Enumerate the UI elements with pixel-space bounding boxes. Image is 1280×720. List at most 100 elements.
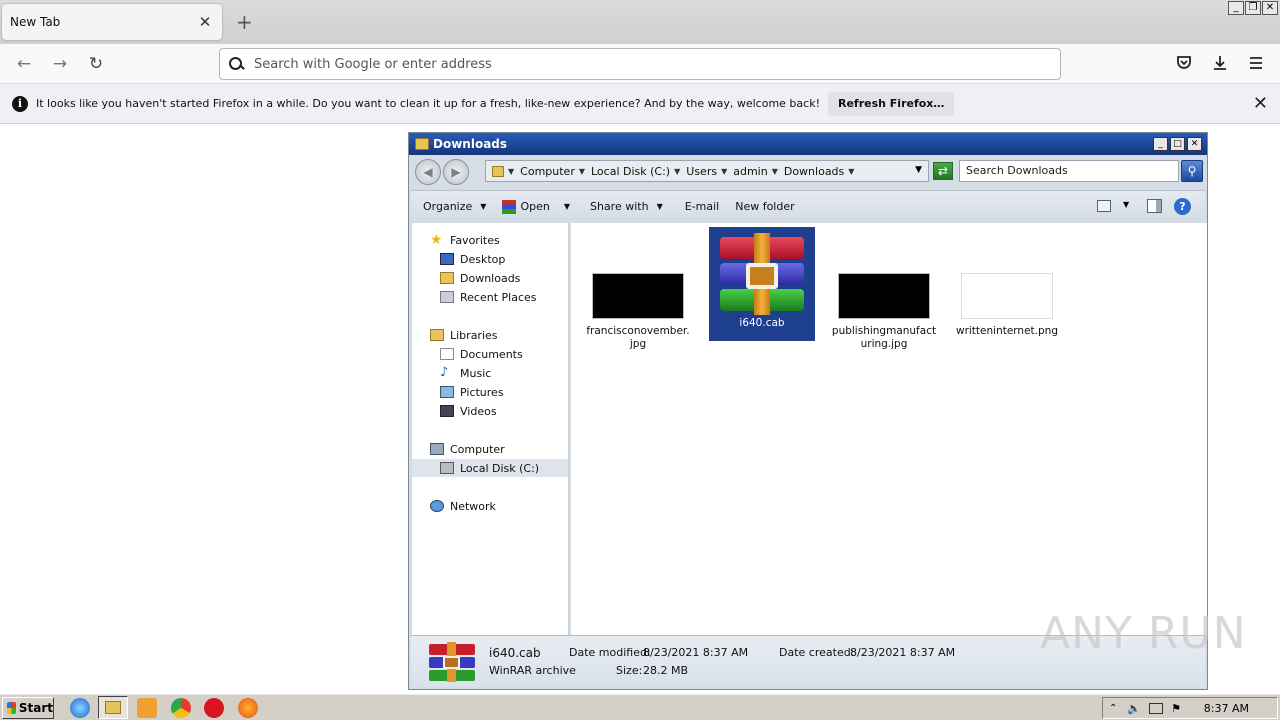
tab-close-icon[interactable]: ✕ — [198, 13, 212, 31]
browser-nav-bar: ← → ↻ Search with Google or enter addres… — [0, 44, 1280, 84]
date-modified-value: 8/23/2021 8:37 AM — [643, 646, 749, 659]
action-center-flag-icon[interactable]: ⚑ — [1171, 702, 1181, 715]
folder-icon — [105, 701, 121, 714]
open-button[interactable]: Open ▼ — [494, 199, 578, 214]
explorer-taskbar-button[interactable] — [98, 696, 128, 719]
explorer-back-button[interactable]: ◀ — [415, 159, 441, 185]
url-bar[interactable]: Search with Google or enter address — [219, 48, 1061, 80]
watermark: ANY RUN — [1040, 608, 1247, 659]
breadcrumb-computer[interactable]: Computer — [520, 165, 575, 178]
star-icon: ★ — [430, 232, 443, 248]
file-item[interactable]: francisconovember.jpg — [585, 273, 691, 351]
search-icon[interactable]: ⚲ — [1181, 160, 1203, 182]
opera-icon[interactable] — [204, 698, 224, 718]
breadcrumb-local-disk[interactable]: Local Disk (C:) — [591, 165, 670, 178]
image-thumbnail — [592, 273, 684, 319]
help-icon[interactable]: ? — [1174, 198, 1191, 215]
clock: 8:37 AM — [1203, 702, 1249, 715]
restore-button[interactable]: ❐ — [1245, 1, 1261, 15]
nav-computer[interactable]: Computer — [430, 440, 505, 458]
libraries-icon — [430, 329, 444, 341]
reload-button[interactable]: ↻ — [84, 52, 108, 76]
tab-title: New Tab — [10, 15, 61, 29]
tab-new-tab[interactable]: New Tab ✕ — [2, 4, 222, 40]
explorer-title: Downloads — [433, 137, 508, 151]
start-button[interactable]: Start — [2, 697, 54, 719]
pictures-icon — [440, 386, 454, 398]
network-icon — [430, 500, 444, 512]
nav-favorites[interactable]: ★ Favorites — [430, 231, 500, 249]
command-bar: Organize ▼ Open ▼ Share with ▼ E-mail New f… — [411, 190, 1205, 222]
preview-pane-icon[interactable] — [1147, 199, 1162, 213]
nav-documents[interactable]: Documents — [440, 345, 523, 363]
back-button[interactable]: ← — [12, 52, 36, 76]
nav-local-disk[interactable]: Local Disk (C:) — [412, 459, 568, 477]
recent-places-icon — [440, 291, 454, 303]
explorer-maximize-button[interactable]: □ — [1170, 137, 1185, 151]
music-icon: ♪ — [440, 365, 449, 380]
computer-icon — [430, 443, 444, 455]
media-player-icon[interactable] — [137, 698, 157, 718]
address-bar[interactable]: ▼ Computer ▼ Local Disk (C:) ▼ Users ▼ admi… — [485, 160, 929, 182]
date-created-value: 8/23/2021 8:37 AM — [850, 646, 956, 659]
address-row: ◀ ▶ ▼ Computer ▼ Local Disk (C:) ▼ Users ▼ … — [411, 156, 1205, 188]
menu-icon[interactable] — [1246, 54, 1266, 74]
file-name: publishingmanufacturing.jpg — [831, 325, 937, 350]
downloads-folder-icon — [440, 272, 454, 284]
new-tab-button[interactable]: + — [236, 10, 253, 34]
documents-icon — [440, 348, 454, 360]
nav-pictures[interactable]: Pictures — [440, 383, 504, 401]
chrome-icon[interactable] — [171, 698, 191, 718]
breadcrumb-downloads[interactable]: Downloads — [784, 165, 844, 178]
downloads-icon[interactable] — [1210, 54, 1230, 74]
close-window-button[interactable]: ✕ — [1262, 1, 1278, 15]
network-tray-icon[interactable] — [1149, 702, 1164, 714]
url-placeholder: Search with Google or enter address — [254, 56, 492, 72]
nav-libraries[interactable]: Libraries — [430, 326, 498, 344]
views-dropdown-icon[interactable]: ▼ — [1123, 200, 1129, 209]
refresh-firefox-button[interactable]: Refresh Firefox… — [827, 91, 955, 116]
address-dropdown-icon[interactable]: ▼ — [915, 165, 922, 175]
disk-icon — [440, 462, 454, 474]
file-item[interactable]: publishingmanufacturing.jpg — [831, 273, 937, 351]
search-downloads-input[interactable]: Search Downloads — [959, 160, 1179, 182]
notification-close-icon[interactable]: ✕ — [1253, 94, 1268, 114]
nav-downloads[interactable]: Downloads — [440, 269, 520, 287]
email-button[interactable]: E-mail — [677, 200, 728, 213]
file-item-selected[interactable]: i640.cab — [709, 227, 815, 341]
nav-desktop[interactable]: Desktop — [440, 250, 505, 268]
notification-bar: i It looks like you haven't started Fire… — [0, 84, 1280, 124]
nav-network[interactable]: Network — [430, 497, 496, 515]
breadcrumb-users[interactable]: Users — [686, 165, 717, 178]
explorer-title-bar[interactable]: Downloads _ □ ✕ — [409, 133, 1207, 155]
windows-logo-icon — [7, 702, 16, 714]
date-modified-label: Date modified: — [569, 646, 651, 659]
nav-music[interactable]: ♪ Music — [440, 364, 491, 382]
winrar-archive-icon — [716, 233, 808, 315]
notification-text: It looks like you haven't started Firefo… — [36, 97, 820, 110]
explorer-minimize-button[interactable]: _ — [1153, 137, 1168, 151]
file-item[interactable]: writteninternet.png — [954, 273, 1060, 338]
share-with-button[interactable]: Share with ▼ — [582, 200, 671, 213]
pocket-icon[interactable] — [1174, 54, 1194, 74]
videos-icon — [440, 405, 454, 417]
explorer-forward-button[interactable]: ▶ — [443, 159, 469, 185]
size-label: Size: — [616, 664, 643, 677]
volume-icon[interactable]: 🔈 — [1127, 702, 1141, 715]
organize-button[interactable]: Organize ▼ — [415, 200, 494, 213]
views-icon[interactable] — [1097, 200, 1111, 212]
winrar-archive-icon — [429, 642, 475, 682]
nav-videos[interactable]: Videos — [440, 402, 497, 420]
minimize-button[interactable]: _ — [1228, 1, 1244, 15]
forward-button[interactable]: → — [48, 52, 72, 76]
internet-explorer-icon[interactable] — [70, 698, 90, 718]
taskbar: Start ⌃ 🔈 ⚑ 8:37 AM — [0, 693, 1280, 720]
explorer-close-button[interactable]: ✕ — [1187, 137, 1202, 151]
new-folder-button[interactable]: New folder — [727, 200, 802, 213]
refresh-icon[interactable]: ⇄ — [933, 162, 953, 180]
show-hidden-icons-icon[interactable]: ⌃ — [1109, 703, 1117, 714]
breadcrumb-admin[interactable]: admin — [733, 165, 767, 178]
nav-recent-places[interactable]: Recent Places — [440, 288, 537, 306]
file-name: writteninternet.png — [955, 325, 1058, 337]
firefox-icon[interactable] — [238, 698, 258, 718]
